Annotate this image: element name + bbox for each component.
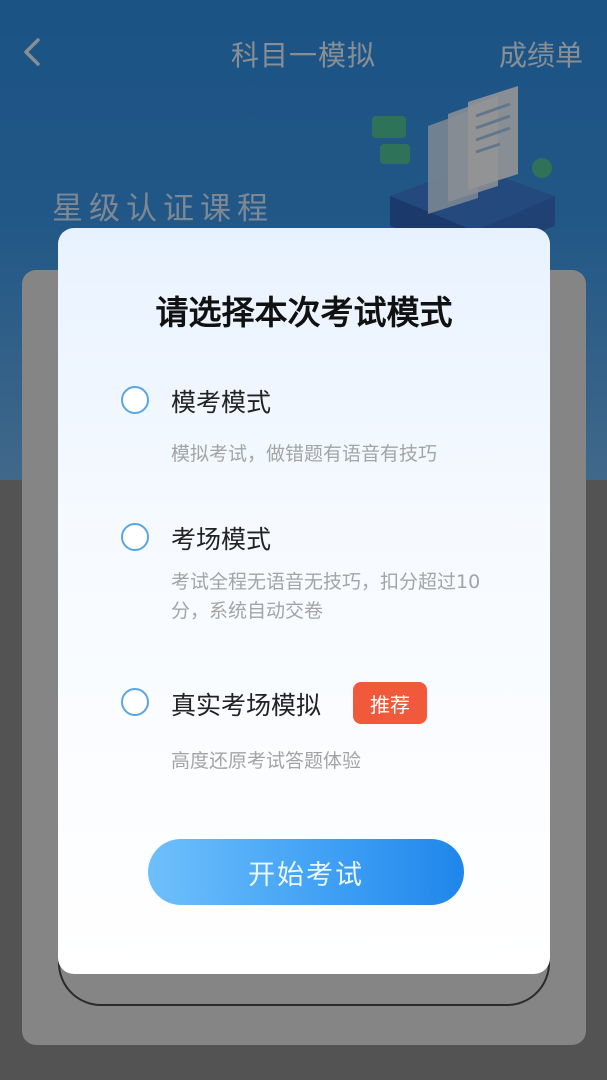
radio-button[interactable] xyxy=(121,688,149,716)
dialog-title: 请选择本次考试模式 xyxy=(155,293,453,332)
option-label: 考场模式 xyxy=(171,525,272,554)
radio-button[interactable] xyxy=(121,386,149,414)
option-label: 真实考场模拟 xyxy=(171,691,322,720)
recommended-badge: 推荐 xyxy=(353,682,427,724)
start-exam-button[interactable]: 开始考试 xyxy=(148,839,464,905)
exam-mode-dialog: 请选择本次考试模式 模考模式 模拟考试，做错题有语音有技巧 考场模式 考试全程无… xyxy=(58,228,550,974)
option-description: 高度还原考试答题体验 xyxy=(171,750,362,772)
option-description: 考试全程无语音无技巧，扣分超过10分，系统自动交卷 xyxy=(171,571,481,622)
radio-button[interactable] xyxy=(121,523,149,551)
option-description: 模拟考试，做错题有语音有技巧 xyxy=(171,443,438,465)
option-label: 模考模式 xyxy=(171,388,272,417)
